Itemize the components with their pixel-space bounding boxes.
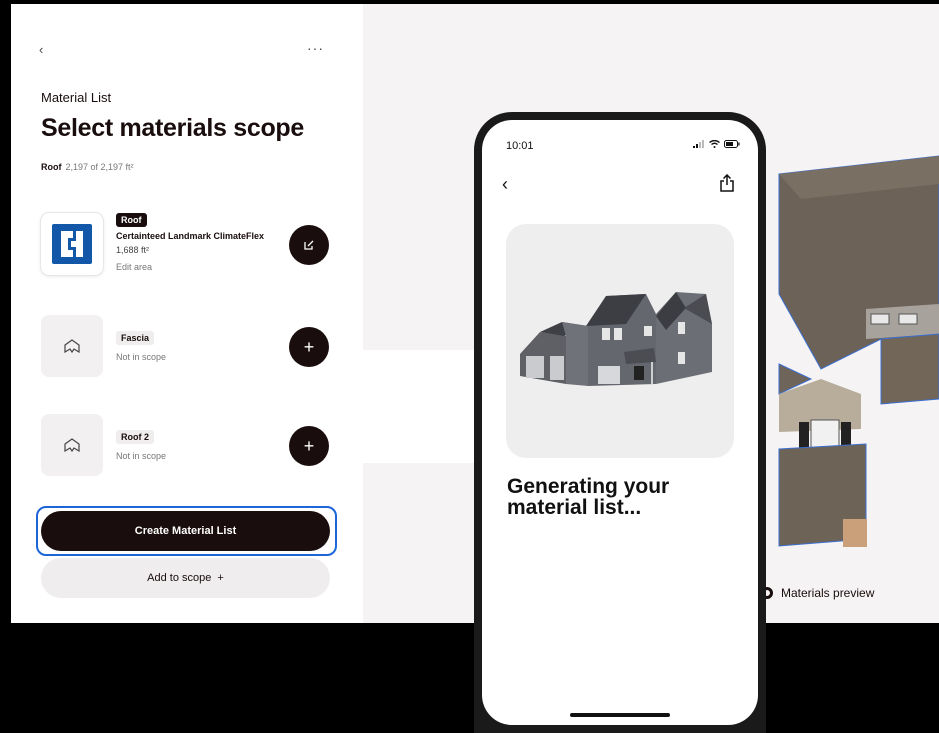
edit-material-button[interactable]	[289, 225, 329, 265]
materials-preview-toggle[interactable]: Materials preview	[761, 586, 874, 600]
materials-preview-label: Materials preview	[781, 586, 875, 600]
home-indicator[interactable]	[570, 713, 670, 717]
fascia-thumbnail	[41, 315, 103, 377]
certainteed-logo	[41, 213, 103, 275]
roof-outline-icon	[64, 339, 80, 353]
add-to-scope-button[interactable]: Add to scope +	[41, 558, 330, 598]
roof-outline-icon	[64, 438, 80, 452]
material-item-fascia[interactable]: Fascia Not in scope +	[41, 315, 331, 381]
add-roof-2-button[interactable]: +	[289, 426, 329, 466]
material-tag: Roof	[116, 213, 147, 227]
more-options-icon[interactable]: ···	[307, 40, 324, 56]
wifi-icon	[709, 140, 720, 148]
material-item-roof-2[interactable]: Roof 2 Not in scope +	[41, 414, 331, 480]
roof-3d-model[interactable]	[761, 154, 939, 554]
add-to-scope-label: Add to scope	[147, 572, 212, 584]
material-status: Not in scope	[116, 352, 167, 362]
chevron-left-icon[interactable]: ‹	[39, 42, 43, 57]
materials-scope-panel: ‹ ··· Material List Select materials sco…	[11, 4, 363, 623]
scope-summary: Roof 2,197 of 2,197 ft²	[41, 162, 134, 172]
roof-2-thumbnail	[41, 414, 103, 476]
material-area: 1,688 ft²	[116, 245, 150, 255]
material-status: Not in scope	[116, 451, 167, 461]
add-fascia-button[interactable]: +	[289, 327, 329, 367]
status-time: 10:01	[506, 140, 534, 152]
material-tag: Fascia	[116, 331, 155, 345]
status-icons	[693, 140, 740, 148]
create-material-list-button[interactable]: Create Material List	[41, 511, 330, 551]
phone-screen: 10:01 ‹ Generating your material list...	[482, 120, 758, 725]
plus-icon: +	[303, 336, 315, 357]
edit-area-link[interactable]: Edit area	[116, 262, 152, 272]
phone-frame: 10:01 ‹ Generating your material list...	[474, 112, 766, 733]
background-strip	[363, 350, 483, 463]
material-item-roof[interactable]: Roof Certainteed Landmark ClimateFlex 1,…	[41, 213, 331, 279]
page-subtitle: Material List	[41, 90, 112, 105]
page-title: Select materials scope	[41, 114, 304, 142]
signal-icon	[693, 140, 704, 148]
plus-icon: +	[217, 572, 224, 584]
material-name: Certainteed Landmark ClimateFlex	[116, 231, 265, 241]
edit-icon	[304, 240, 314, 250]
chevron-left-icon[interactable]: ‹	[502, 174, 508, 195]
plus-icon: +	[303, 435, 315, 456]
material-tag: Roof 2	[116, 430, 154, 444]
battery-icon	[724, 140, 740, 148]
house-illustration	[520, 292, 712, 386]
share-icon[interactable]	[720, 174, 734, 192]
generating-heading: Generating your material list...	[507, 475, 670, 519]
scope-area: 2,197 of 2,197 ft²	[65, 162, 134, 172]
scope-name: Roof	[41, 162, 62, 172]
house-preview-card	[506, 224, 734, 458]
